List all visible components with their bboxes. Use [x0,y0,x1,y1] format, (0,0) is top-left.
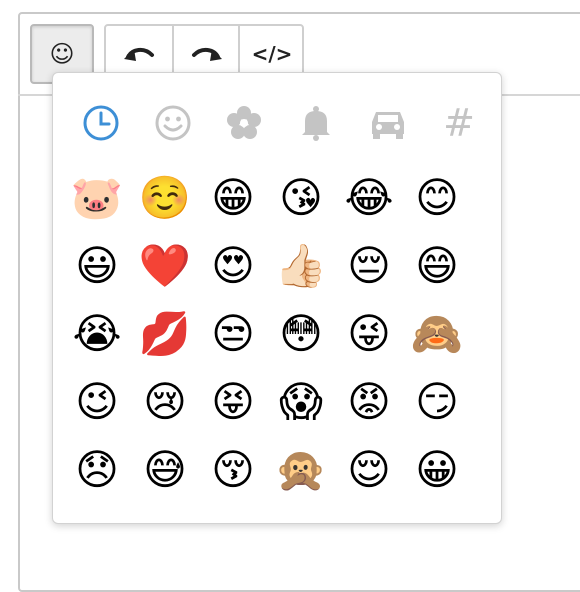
hash-icon: # [443,101,475,145]
emoji-cell[interactable]: ☺️ [131,164,199,232]
emoji-cell[interactable]: 😡 [335,368,403,436]
category-tab-symbols[interactable]: # [435,101,483,145]
emoji-cell[interactable]: 😅 [131,436,199,504]
bell-icon [302,106,330,141]
emoji-cell[interactable]: 😌 [335,436,403,504]
emoji-cell[interactable]: 😒 [199,300,267,368]
emoji-cell[interactable]: 😊 [403,164,471,232]
recent-clock-icon [83,105,119,141]
code-label: </> [251,42,293,66]
emoji-cell[interactable]: 😝 [199,368,267,436]
emoji-cell[interactable]: 👍🏻 [267,232,335,300]
emoji-cell[interactable]: 🙊 [267,436,335,504]
car-icon [372,112,404,139]
smiley-icon [155,105,191,141]
smiley-icon: ☺ [49,40,75,68]
category-tab-objects[interactable] [292,101,340,145]
emoji-cell[interactable]: 😚 [199,436,267,504]
emoji-cell[interactable]: 😭 [63,300,131,368]
emoji-cell[interactable]: 😜 [335,300,403,368]
emoji-cell[interactable]: 😱 [267,368,335,436]
emoji-cell[interactable]: 😃 [63,232,131,300]
undo-icon [124,48,154,61]
emoji-cell[interactable]: 😞 [63,436,131,504]
emoji-cell[interactable]: ❤️ [131,232,199,300]
emoji-cell[interactable]: 😂 [335,164,403,232]
flower-icon [227,106,261,139]
category-tab-recent[interactable] [77,101,125,145]
category-tab-nature[interactable] [220,101,268,145]
emoji-cell[interactable]: 😉 [63,368,131,436]
emoji-cell[interactable]: 💋 [131,300,199,368]
emoji-picker-popover: # 🐷 ☺️ 😁 😘 😂 😊 😃 ❤️ 😍 👍🏻 😔 😄 😭 💋 😒 😳 😜 🙈 😉 😢 😝 😱 😡 😏 😞 😅 😚 🙊 😌 😀 [52,72,502,524]
emoji-cell[interactable]: 😘 [267,164,335,232]
emoji-cell[interactable]: 🐷 [63,164,131,232]
emoji-cell[interactable]: 😁 [199,164,267,232]
emoji-cell[interactable]: 😏 [403,368,471,436]
emoji-cell[interactable]: 😍 [199,232,267,300]
emoji-cell[interactable]: 😄 [403,232,471,300]
emoji-cell[interactable]: 😳 [267,300,335,368]
category-tab-smileys[interactable] [149,101,197,145]
emoji-cell[interactable]: 😢 [131,368,199,436]
category-tab-travel[interactable] [364,101,412,145]
emoji-cell[interactable]: 😀 [403,436,471,504]
emoji-cell[interactable]: 😔 [335,232,403,300]
emoji-cell[interactable]: 🙈 [403,300,471,368]
redo-icon [192,48,222,61]
